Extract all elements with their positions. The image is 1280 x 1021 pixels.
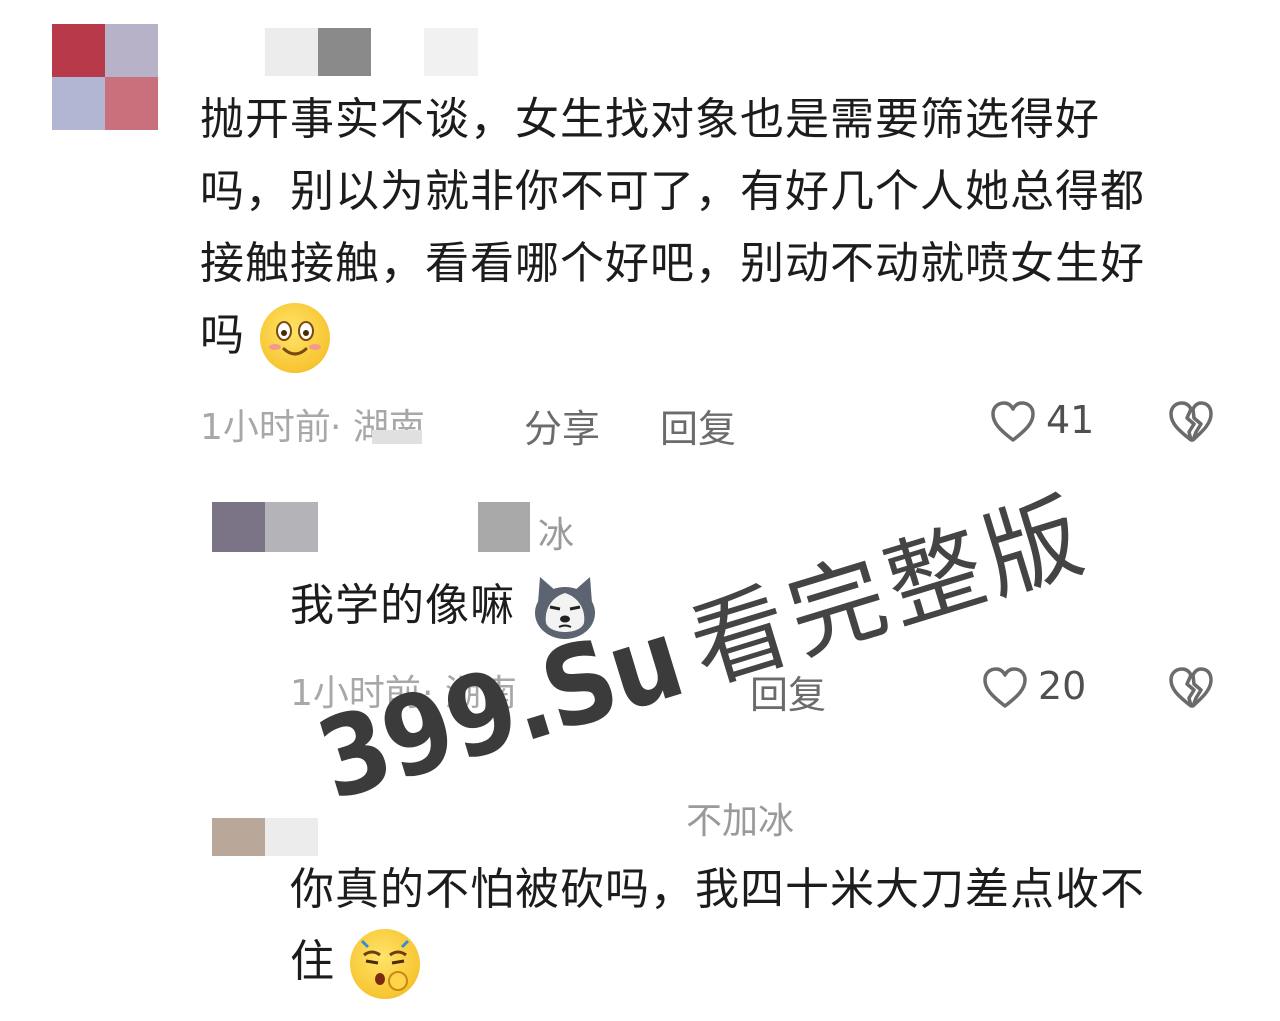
reply-line: 住: [290, 926, 1145, 999]
reply-button[interactable]: 回复: [750, 664, 826, 719]
reply-text: 你真的不怕被砍吗，我四十米大刀差点收不 住: [290, 854, 1145, 999]
sigh-emoji: [350, 929, 420, 999]
reply-line: 我学的像嘛: [290, 570, 600, 643]
comment-time: 1小时前: [200, 407, 331, 448]
avatar[interactable]: [212, 818, 318, 856]
censor-patch: [372, 430, 422, 444]
heart-icon[interactable]: [982, 666, 1028, 710]
reply-button[interactable]: 回复: [660, 398, 736, 453]
like-count: 41: [1046, 398, 1095, 442]
reply-line-text: 我学的像嘛: [290, 580, 515, 631]
comment-line: 接触接触，看看哪个好吧，别动不动就喷女生好: [200, 238, 1145, 289]
share-button[interactable]: 分享: [524, 398, 600, 453]
heart-icon[interactable]: [990, 400, 1036, 444]
reply-time: 1小时前: [290, 673, 421, 714]
comment-line: 吗，别以为就非你不可了，有好几个人她总得都: [200, 166, 1145, 217]
avatar[interactable]: [52, 24, 158, 130]
avatar[interactable]: [212, 502, 318, 552]
like-count: 20: [1038, 664, 1087, 708]
username-censored: [478, 502, 530, 552]
reply-line-text: 住: [290, 936, 335, 987]
blush-smile-emoji: [260, 303, 330, 373]
reply-location: · 湖南: [422, 673, 517, 714]
comment-text: 抛开事实不谈，女生找对象也是需要筛选得好 吗，别以为就非你不可了，有好几个人她总…: [200, 84, 1145, 373]
reply-line: 你真的不怕被砍吗，我四十米大刀差点收不: [290, 864, 1145, 915]
broken-heart-icon[interactable]: [1168, 666, 1214, 710]
username-censored-2: [424, 28, 478, 76]
comment-line-text: 吗: [200, 310, 245, 361]
reply-text: 我学的像嘛: [290, 570, 600, 643]
broken-heart-icon[interactable]: [1168, 400, 1214, 444]
comment-line: 吗: [200, 300, 1145, 373]
husky-dog-emoji: [530, 573, 600, 643]
username-censored[interactable]: [265, 28, 371, 76]
comment-line: 抛开事实不谈，女生找对象也是需要筛选得好: [200, 94, 1100, 145]
reply-username[interactable]: 冰: [538, 506, 574, 558]
reply-username[interactable]: 不加冰: [686, 792, 794, 844]
